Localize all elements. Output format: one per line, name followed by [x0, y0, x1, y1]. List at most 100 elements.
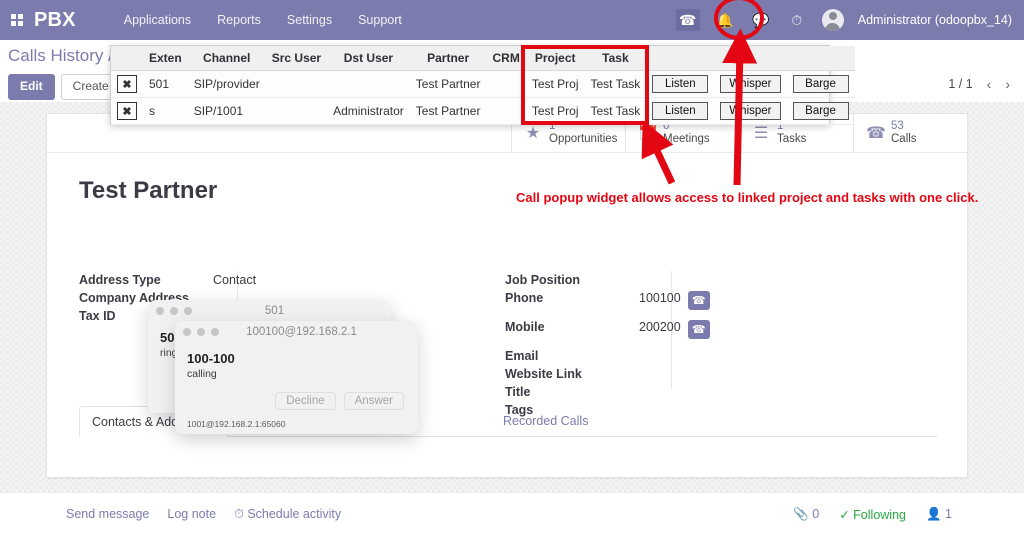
softphone-body: 100-100 calling Decline Answer — [175, 343, 418, 410]
list-icon: ☰ — [753, 125, 769, 142]
field-value[interactable]: 100100 — [633, 291, 681, 310]
chevron-right-icon[interactable]: › — [1005, 76, 1010, 92]
cell-task[interactable]: Test Task — [584, 97, 647, 125]
whisper-button[interactable]: Whisper — [720, 102, 781, 120]
cell-whisper: Whisper — [714, 70, 787, 98]
cell-partner[interactable]: Test Partner — [409, 97, 487, 125]
cell-close: ✖ — [111, 70, 143, 98]
cell-partner[interactable]: Test Partner — [409, 70, 487, 98]
decline-button[interactable]: Decline — [275, 392, 336, 410]
annotation-text: Call popup widget allows access to linke… — [516, 190, 979, 205]
softphone-titlebar: 501 — [148, 300, 391, 322]
cell-project[interactable]: Test Proj — [525, 70, 585, 98]
star-icon: ★ — [525, 125, 541, 142]
followers-count: 1 — [945, 507, 952, 521]
paperclip-icon: 📎 — [793, 507, 809, 521]
col-task: Task — [584, 46, 647, 71]
nav-item-support[interactable]: Support — [358, 13, 402, 27]
following-button[interactable]: ✓ Following — [839, 507, 906, 522]
col-src-user: Src User — [265, 46, 328, 71]
schedule-activity-button[interactable]: ⏱ Schedule activity — [234, 507, 341, 522]
messages-icon[interactable]: 💬 — [750, 9, 772, 31]
softphone-number: 100-100 — [187, 351, 235, 366]
call-mobile-icon[interactable]: ☎ — [687, 320, 710, 339]
field-value[interactable] — [633, 385, 639, 401]
cell-exten: s — [143, 97, 188, 125]
table-row[interactable]: ✖ 501 SIP/provider Test Partner Test Pro… — [111, 70, 855, 98]
user-menu[interactable]: Administrator (odoopbx_14) — [858, 13, 1012, 27]
field-value[interactable] — [633, 349, 639, 365]
cell-task[interactable]: Test Task — [584, 70, 647, 98]
chevron-left-icon[interactable]: ‹ — [987, 76, 992, 92]
cell-project[interactable]: Test Proj — [525, 97, 585, 125]
col-close — [111, 46, 143, 71]
barge-button[interactable]: Barge — [792, 102, 849, 120]
fields-right-column: Job Position Phone 100100 ☎ Mobile 20020… — [505, 273, 925, 421]
stat-button-calls[interactable]: ☎ 53 Calls — [853, 114, 967, 152]
table-header-row: Exten Channel Src User Dst User Partner … — [111, 46, 855, 71]
schedule-activity-label: Schedule activity — [247, 507, 342, 521]
cell-crm — [486, 70, 526, 98]
softphone-title: 100100@192.168.2.1 — [246, 326, 357, 338]
col-exten: Exten — [143, 46, 188, 71]
log-note-button[interactable]: Log note — [167, 507, 216, 522]
nav-item-reports[interactable]: Reports — [217, 13, 261, 27]
cell-src-user — [265, 97, 328, 125]
field-label: Address Type — [79, 273, 161, 287]
nav-item-applications[interactable]: Applications — [124, 13, 191, 27]
cell-barge: Barge — [786, 97, 855, 125]
col-crm: CRM — [486, 46, 526, 71]
activity-icon[interactable]: 🔔 — [714, 9, 736, 31]
stat-label: Opportunities — [549, 133, 618, 145]
send-message-button[interactable]: Send message — [66, 507, 149, 522]
barge-button[interactable]: Barge — [792, 75, 849, 93]
window-controls-icon[interactable] — [156, 307, 192, 315]
tab-recorded-calls[interactable]: Recorded Calls — [490, 405, 601, 436]
table-row[interactable]: ✖ s SIP/1001 Administrator Test Partner … — [111, 97, 855, 125]
person-icon: 👤 — [925, 507, 942, 521]
field-address-type: Address Type Contact — [79, 273, 499, 289]
field-value[interactable]: 200200 — [633, 320, 681, 339]
avatar[interactable] — [821, 9, 844, 31]
softphone-actions: Decline Answer — [187, 392, 406, 410]
listen-button[interactable]: Listen — [652, 75, 709, 93]
whisper-button[interactable]: Whisper — [720, 75, 781, 93]
cell-dst-user — [327, 70, 410, 98]
answer-button[interactable]: Answer — [343, 392, 404, 410]
cell-dst-user: Administrator — [327, 97, 410, 125]
cell-whisper: Whisper — [714, 97, 787, 125]
field-value[interactable]: Contact — [207, 273, 256, 289]
field-job-position: Job Position — [505, 273, 925, 289]
phone-icon[interactable]: ☎ — [675, 9, 700, 31]
clock-icon[interactable]: ⏱ — [786, 9, 808, 31]
call-phone-icon[interactable]: ☎ — [687, 291, 710, 310]
hangup-call-button[interactable]: ✖ — [117, 102, 137, 120]
cell-channel: SIP/provider — [187, 70, 266, 98]
cell-crm — [486, 97, 526, 125]
attachments-counter[interactable]: 📎 0 — [793, 507, 819, 522]
hangup-call-button[interactable]: ✖ — [117, 75, 137, 93]
screenshot-root: PBX Applications Reports Settings Suppor… — [0, 0, 1024, 538]
brand-title: PBX — [34, 8, 76, 31]
field-mobile: Mobile 200200 ☎ — [505, 320, 925, 339]
field-title: Title — [505, 385, 925, 401]
cell-listen: Listen — [646, 97, 715, 125]
softphone-window-2[interactable]: 100100@192.168.2.1 100-100 calling Decli… — [175, 321, 418, 434]
followers-counter[interactable]: 👤 1 — [926, 507, 952, 522]
field-label: Job Position — [505, 273, 580, 287]
breadcrumb[interactable]: Calls History / — [8, 46, 113, 66]
softphone-title: 501 — [264, 305, 285, 317]
listen-button[interactable]: Listen — [652, 102, 709, 120]
col-barge — [786, 46, 855, 71]
nav-item-settings[interactable]: Settings — [287, 13, 332, 27]
window-controls-icon[interactable] — [183, 328, 219, 336]
apps-grid-icon — [11, 14, 23, 26]
stat-label: Tasks — [777, 133, 807, 145]
pager: 1 / 1 ‹ › — [948, 76, 1010, 92]
field-label: Website Link — [505, 367, 582, 381]
field-value[interactable] — [633, 367, 639, 383]
field-value[interactable] — [633, 273, 639, 289]
edit-button[interactable]: Edit — [8, 74, 55, 100]
call-popup-widget: Exten Channel Src User Dst User Partner … — [110, 45, 855, 125]
apps-menu-button[interactable] — [0, 14, 34, 26]
